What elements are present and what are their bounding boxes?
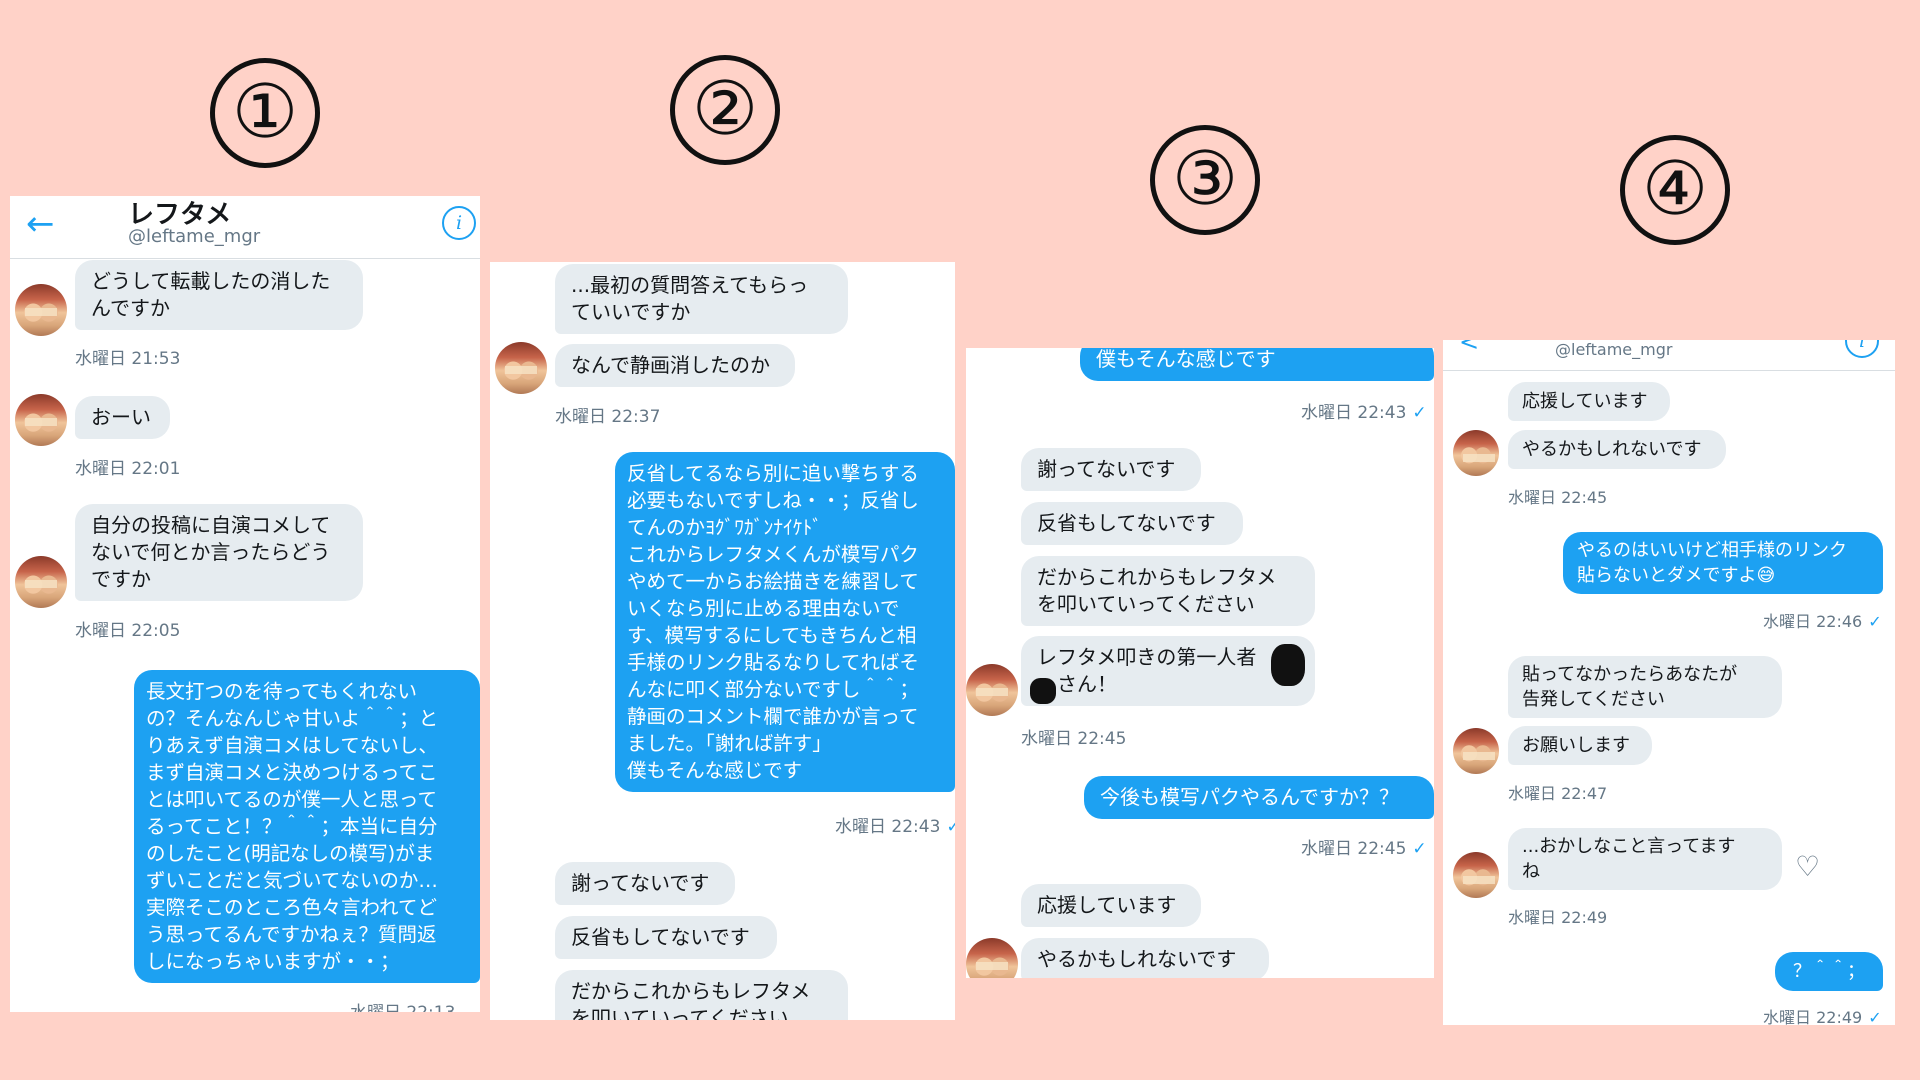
message-timestamp: 水曜日 22:45 ✓ [1301,834,1427,859]
timestamp-text: 水曜日 22:43 [835,817,941,837]
message-bubble-incoming[interactable]: おーい [75,396,170,439]
user-avatar[interactable] [495,342,547,394]
message-bubble-outgoing[interactable]: ？＾＾； [1775,952,1883,991]
user-avatar[interactable] [15,556,67,608]
back-arrow-icon[interactable]: < [1459,340,1479,356]
message-timestamp: 水曜日 22:13 [350,998,455,1012]
message-bubble-incoming[interactable]: 自分の投稿に自演コメして ないで何とか言ったらどう ですか [75,504,363,601]
conversation-header: ← レフタメ @leftame_mgr i [10,196,480,259]
timestamp-text: 水曜日 22:43 [1301,403,1407,423]
contact-handle: @leftame_mgr [128,226,261,247]
message-bubble-incoming[interactable]: やるかもしれないです [1508,430,1726,469]
message-bubble-incoming[interactable]: だからこれからもレフタメ を叩いていってください [1021,556,1315,626]
redaction-scribble [1030,678,1056,704]
message-bubble-incoming[interactable]: 反省もしてないです [1021,502,1243,545]
user-avatar[interactable] [1453,728,1499,774]
message-bubble-incoming[interactable]: ...おかしなこと言ってます ね [1508,828,1782,890]
message-bubble-outgoing[interactable]: 反省してるなら別に追い撃ちする 必要もないですしね・・；反省し てんのかﾖｸﾞﾜ… [615,452,955,792]
chat-panel-4: < @leftame_mgr i 応援しています やるかもしれないです 水曜日 … [1443,340,1895,1025]
info-icon[interactable]: i [1845,340,1879,358]
chat-panel-3: 僕もそんな感じです 水曜日 22:43 ✓ 謝ってないです 反省もしてないです だ… [966,348,1434,978]
timestamp-text: 水曜日 22:13 [350,1003,455,1012]
read-check-icon: ✓ [1868,1008,1882,1025]
read-check-icon: ✓ [946,817,955,837]
message-timestamp: 水曜日 21:53 [75,349,181,369]
message-bubble-incoming[interactable]: 貼ってなかったらあなたが 告発してください [1508,656,1782,718]
user-avatar[interactable] [15,394,67,446]
panel-4-number: ④ [1620,135,1730,245]
panel-2-number: ② [670,55,780,165]
message-bubble-outgoing[interactable]: 僕もそんな感じです [1080,348,1434,381]
timestamp-text: 水曜日 22:49 [1763,1008,1863,1025]
message-bubble-outgoing[interactable]: やるのはいいけど相手様のリンク 貼らないとダメですよ😅 [1563,532,1883,594]
timestamp-text: 水曜日 22:46 [1763,612,1863,631]
message-bubble-outgoing[interactable]: 長文打つのを待ってもくれない の？そんなんじゃ甘いよ＾＾；と りあえず自演コメは… [134,670,480,983]
message-timestamp: 水曜日 22:43 ✓ [835,812,955,837]
message-timestamp: 水曜日 22:05 [75,621,181,641]
redaction-scribble [1271,644,1305,686]
message-bubble-incoming[interactable]: 反省もしてないです [555,916,777,959]
timestamp-text: 水曜日 22:45 [1301,839,1407,859]
back-arrow-icon[interactable]: ← [26,204,55,244]
info-icon[interactable]: i [442,206,476,240]
message-timestamp: 水曜日 22:46 ✓ [1763,608,1882,632]
message-timestamp: 水曜日 22:45 [1021,729,1127,749]
panel-1-number: ① [210,58,320,168]
message-bubble-incoming[interactable]: 謝ってないです [1021,448,1201,491]
message-bubble-incoming[interactable]: ...最初の質問答えてもらっ ていいですか [555,264,848,334]
read-check-icon: ✓ [1868,612,1882,631]
message-timestamp: 水曜日 22:01 [75,459,181,479]
user-avatar[interactable] [966,664,1018,716]
user-avatar[interactable] [1453,852,1499,898]
message-bubble-incoming[interactable]: 応援しています [1508,382,1670,421]
read-check-icon: ✓ [1412,839,1427,859]
message-bubble-incoming[interactable]: やるかもしれないです [1021,938,1269,978]
message-bubble-incoming[interactable]: 謝ってないです [555,862,735,905]
panel-3-number: ③ [1150,125,1260,235]
message-timestamp: 水曜日 22:45 [1508,488,1608,507]
user-avatar[interactable] [15,284,67,336]
user-avatar[interactable] [1453,430,1499,476]
message-bubble-incoming[interactable]: だからこれからもレフタメ を叩いていってください [555,970,848,1020]
message-bubble-incoming[interactable]: 応援しています [1021,884,1201,927]
message-timestamp: 水曜日 22:49 ✓ [1763,1004,1882,1025]
contact-handle: @leftame_mgr [1555,340,1673,359]
message-timestamp: 水曜日 22:43 ✓ [1301,398,1427,423]
chat-panel-1: ← レフタメ @leftame_mgr i どうして転載したの消した んですか … [10,196,480,1012]
message-bubble-incoming[interactable]: どうして転載したの消した んですか [75,260,363,330]
heart-plus-icon[interactable]: ♡ [1795,850,1820,883]
user-avatar[interactable] [966,938,1018,978]
chat-panel-2: ...最初の質問答えてもらっ ていいですか なんで静画消したのか 水曜日 22:… [490,262,955,1020]
message-timestamp: 水曜日 22:49 [1508,908,1608,927]
read-check-icon: ✓ [1412,403,1427,423]
conversation-header: < @leftame_mgr i [1443,340,1895,371]
message-timestamp: 水曜日 22:47 [1508,784,1608,803]
message-bubble-outgoing[interactable]: 今後も模写パクやるんですか？？ [1084,776,1434,819]
message-timestamp: 水曜日 22:37 [555,407,661,427]
message-bubble-incoming[interactable]: なんで静画消したのか [555,344,795,387]
message-bubble-incoming[interactable]: お願いします [1508,726,1652,765]
